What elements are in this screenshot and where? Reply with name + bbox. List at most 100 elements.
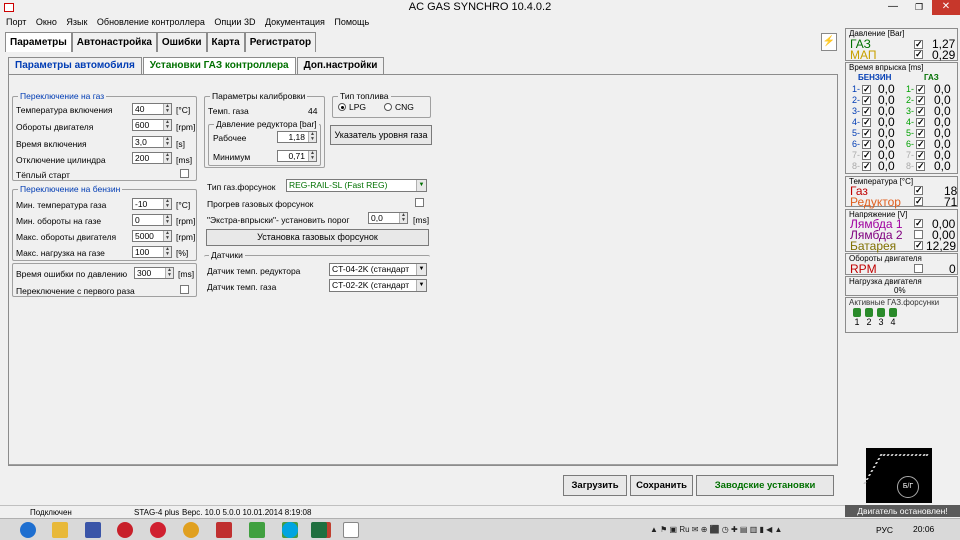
menu-update[interactable]: Обновление контроллера [97,15,205,29]
switch-petrol-group: Переключение на бензин Мин. температура … [12,184,197,261]
keyboard-layout[interactable]: РУС [876,525,893,535]
gas-cyl-num: 7- [906,150,915,160]
max-rpm-spinner[interactable]: 5000 ▲ ▼ [132,230,172,242]
min-gas-temp-spinner[interactable]: -10 ▲ ▼ [132,198,172,210]
reducer-sensor-select[interactable]: CT-04-2K (стандарт ▼ [329,263,427,276]
autotune-icon[interactable]: ⚡ [821,33,837,51]
lambda1-checkbox[interactable] [914,218,923,229]
switch-time-spinner[interactable]: 3,0 ▲ ▼ [132,136,172,148]
gear-app-icon[interactable] [183,522,199,538]
min-rpm-gas-spinner[interactable]: 0 ▲ ▼ [132,214,172,226]
install-injectors-button[interactable]: Установка газовых форсунок [206,229,429,246]
menu-port[interactable]: Порт [6,15,26,29]
save-app-icon[interactable] [85,522,101,538]
cng-label: CNG [395,102,414,112]
title-bar: AC GAS SYNCHRO 10.4.0.2 — ❐ ✕ [0,0,960,15]
injector-type-label: Тип газ.форсунок [207,182,276,192]
menu-help[interactable]: Помощь [334,15,369,29]
tab-errors[interactable]: Ошибки [156,32,207,52]
petrol-cyl-checkbox[interactable] [862,128,871,139]
lpg-radio[interactable] [338,103,346,111]
gas-level-button[interactable]: Указатель уровня газа [330,125,432,145]
temp-reducer-checkbox[interactable] [914,196,923,207]
lambda2-checkbox[interactable] [914,230,923,239]
petrol-cyl-checkbox[interactable] [862,150,871,161]
extra-injection-spinner[interactable]: 0,0 ▲ ▼ [368,212,408,224]
petrol-cyl-checkbox[interactable] [862,106,871,117]
folder-icon[interactable] [52,522,68,538]
gas-cyl-checkbox[interactable] [916,139,925,150]
petrol-cyl-checkbox[interactable] [862,95,871,106]
load-button[interactable]: Загрузить [563,475,627,496]
pressure-error-group: Время ошибки по давлению 300 ▲ ▼ [ms] Пере… [12,263,197,297]
tab-autotune[interactable]: Автонастройка [71,32,157,52]
minimize-button[interactable]: — [880,0,906,15]
group-title: Датчики [209,250,245,260]
gas-inj-value: 0,0 [934,159,951,173]
working-pressure-spinner[interactable]: 1,18 ▲ ▼ [277,131,317,143]
excel-icon[interactable] [311,522,327,538]
first-switch-label: Переключение с первого раза [16,286,135,296]
unit-label: [rpm] [176,122,196,132]
max-load-spinner[interactable]: 100 ▲ ▼ [132,246,172,258]
subtab-vehicle[interactable]: Параметры автомобиля [8,57,142,74]
tab-parameters[interactable]: Параметры [5,32,72,52]
petrol-cyl-checkbox[interactable] [862,161,871,172]
temp-on-spinner[interactable]: 40 ▲ ▼ [132,103,172,115]
media-icon[interactable] [216,522,232,538]
status-bar: Подключен STAG-4 plus Верс. 10.0 5.0.0 1… [0,505,845,518]
temp-gas-checkbox[interactable] [914,185,923,196]
injector-type-select[interactable]: REG-RAIL-SL (Fast REG) ▼ [286,179,427,192]
switch-gauge[interactable]: Б/Г [863,448,932,503]
gas-cyl-checkbox[interactable] [916,150,925,161]
active-injector: 3 [876,308,886,330]
petrol-cyl-checkbox[interactable] [862,117,871,128]
tab-recorder[interactable]: Регистратор [244,32,317,52]
clock[interactable]: 20:06 [913,524,934,534]
gas-cyl-checkbox[interactable] [916,128,925,139]
ie-icon[interactable] [20,522,36,538]
cng-radio[interactable] [384,103,392,111]
petrol-cyl-checkbox[interactable] [862,139,871,150]
opera-icon[interactable] [117,522,133,538]
gas-cyl-num: 8- [906,161,915,171]
gas-cyl-checkbox[interactable] [916,106,925,117]
menu-language[interactable]: Язык [66,15,87,29]
menu-window[interactable]: Окно [36,15,57,29]
ac-gas-app-icon[interactable] [343,522,359,538]
gas-temp-label: Темп. газа [208,106,249,116]
map-checkbox[interactable] [914,49,923,60]
petrol-cyl-num: 5- [852,128,861,138]
battery-checkbox[interactable] [914,240,923,251]
menu-3d-options[interactable]: Опции 3D [214,15,255,29]
gas-cyl-checkbox[interactable] [916,95,925,106]
rpm-spinner[interactable]: 600 ▲ ▼ [132,119,172,131]
rpm-checkbox[interactable] [914,264,923,273]
factory-settings-button[interactable]: Заводские установки [696,475,834,496]
first-switch-checkbox[interactable] [180,285,189,294]
lpg-label: LPG [349,102,367,112]
row-label: Мин. температура газа [16,200,107,210]
injector-warmup-checkbox[interactable] [415,198,424,207]
gas-pressure-checkbox[interactable] [914,39,923,50]
save-button[interactable]: Сохранить [630,475,693,496]
close-button[interactable]: ✕ [932,0,960,15]
subtab-controller[interactable]: Установки ГАЗ контроллера [142,57,296,74]
utorrent-icon[interactable] [249,522,265,538]
maximize-button[interactable]: ❐ [906,0,932,15]
active-injector: 2 [864,308,874,330]
min-pressure-spinner[interactable]: 0,71 ▲ ▼ [277,150,317,162]
gas-cyl-checkbox[interactable] [916,84,925,95]
tab-map[interactable]: Карта [206,32,245,52]
cylinder-off-spinner[interactable]: 200 ▲ ▼ [132,152,172,164]
gas-cyl-checkbox[interactable] [916,117,925,128]
warm-start-checkbox[interactable] [180,169,189,178]
gas-sensor-select[interactable]: CT-02-2K (стандарт ▼ [329,279,427,292]
opera-icon-2[interactable] [150,522,166,538]
pressure-error-spinner[interactable]: 300 ▲ ▼ [134,267,174,279]
menu-docs[interactable]: Документация [265,15,325,29]
gas-cyl-checkbox[interactable] [916,161,925,172]
skype-icon[interactable] [282,522,298,538]
petrol-cyl-checkbox[interactable] [862,84,871,95]
subtab-extra[interactable]: Доп.настройки [296,57,385,74]
